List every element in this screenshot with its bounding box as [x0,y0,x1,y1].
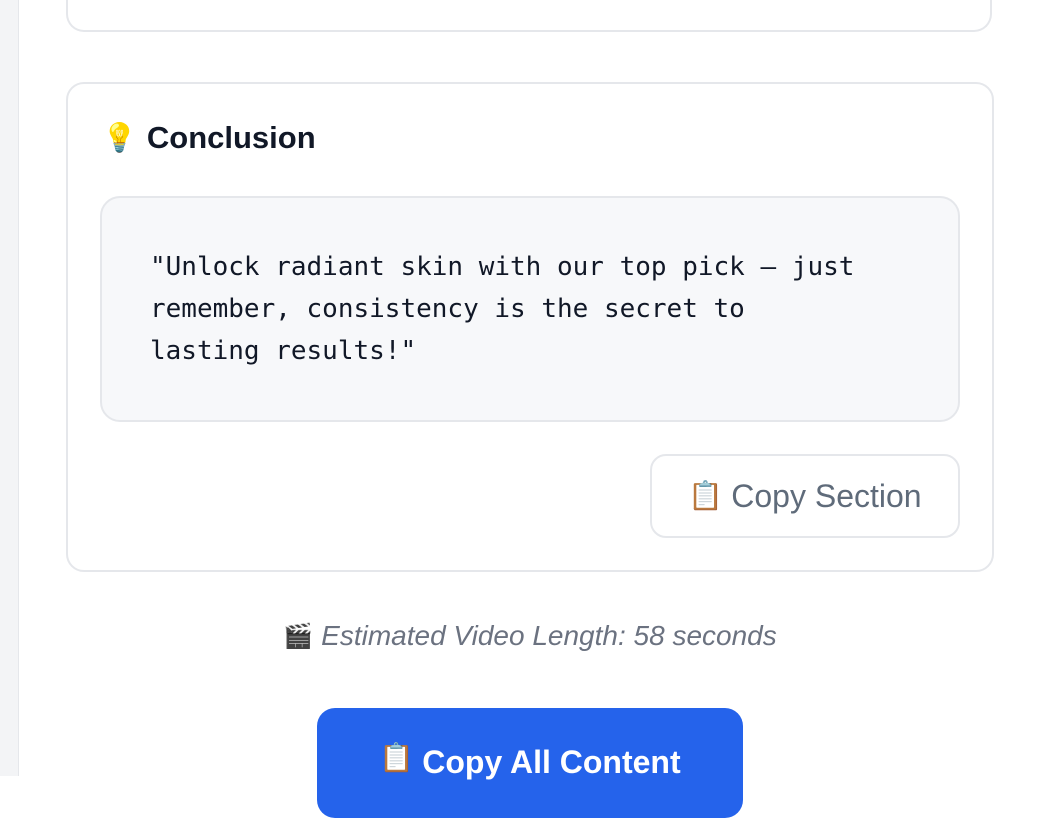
copy-section-button[interactable]: 📋 Copy Section [650,454,960,538]
estimated-video-length: 🎬 Estimated Video Length: 58 seconds [0,620,1040,652]
previous-section-card [66,0,992,32]
section-header: 💡 Conclusion [102,120,316,156]
conclusion-quote-box: "Unlock radiant skin with our top pick –… [100,196,960,422]
clapperboard-icon: 🎬 [283,622,314,650]
clipboard-icon: 📋 [688,479,724,512]
left-sidebar-edge [0,0,19,776]
conclusion-quote-text: "Unlock radiant skin with our top pick –… [150,252,855,366]
copy-all-content-button[interactable]: 📋 Copy All Content [317,708,743,818]
estimated-video-length-text: Estimated Video Length: 58 seconds [321,620,777,651]
copy-all-content-label: Copy All Content [422,744,681,780]
lightbulb-icon: 💡 [102,121,137,154]
copy-section-label: Copy Section [731,477,922,514]
conclusion-section-card: 💡 Conclusion "Unlock radiant skin with o… [66,82,994,572]
clipboard-icon: 📋 [379,741,415,774]
section-title: Conclusion [146,120,316,155]
